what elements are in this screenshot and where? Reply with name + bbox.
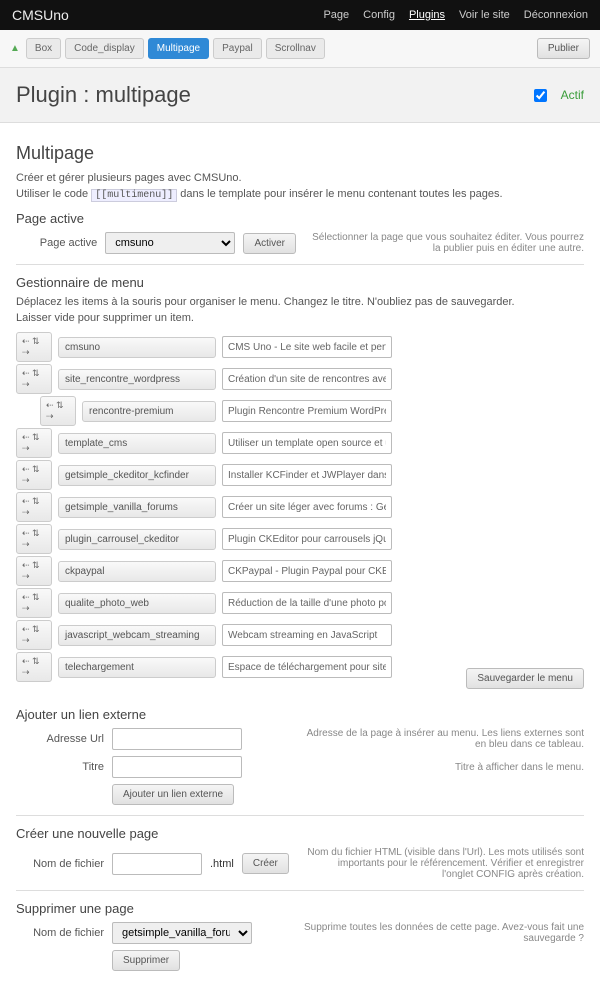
delete-hint: Supprime toutes les données de cette pag… <box>304 922 584 944</box>
drag-handle-icon[interactable]: ⇠ ⇅ ⇢ <box>16 364 52 394</box>
menu-item-desc-input[interactable] <box>222 592 392 614</box>
create-button[interactable]: Créer <box>242 853 289 874</box>
nav-view-site[interactable]: Voir le site <box>459 9 510 21</box>
drag-handle-icon[interactable]: ⇠ ⇅ ⇢ <box>16 620 52 650</box>
delete-filename-label: Nom de fichier <box>16 927 104 939</box>
drag-handle-icon[interactable]: ⇠ ⇅ ⇢ <box>16 332 52 362</box>
section-title: Multipage <box>16 143 584 164</box>
menu-item-slug: plugin_carrousel_ckeditor <box>58 529 216 550</box>
page-title: Plugin : multipage <box>16 82 191 108</box>
chevron-up-icon[interactable]: ▲ <box>10 43 20 54</box>
menu-item[interactable]: ⇠ ⇅ ⇢ plugin_carrousel_ckeditor <box>16 524 584 554</box>
menu-item-slug: cmsuno <box>58 337 216 358</box>
shortcode: [[multimenu]] <box>91 189 177 202</box>
menu-item-desc-input[interactable] <box>222 624 392 646</box>
menu-item-slug: telechargement <box>58 657 216 678</box>
nav-page[interactable]: Page <box>323 9 349 21</box>
intro-line1: Créer et gérer plusieurs pages avec CMSU… <box>16 172 584 184</box>
title-hint: Titre à afficher dans le menu. <box>455 762 584 773</box>
drag-handle-icon[interactable]: ⇠ ⇅ ⇢ <box>16 652 52 682</box>
menu-item-slug: ckpaypal <box>58 561 216 582</box>
delete-page-heading: Supprimer une page <box>16 901 584 916</box>
drag-handle-icon[interactable]: ⇠ ⇅ ⇢ <box>40 396 76 426</box>
menu-help2: Laisser vide pour supprimer un item. <box>16 312 584 324</box>
top-nav: Page Config Plugins Voir le site Déconne… <box>323 9 588 21</box>
menu-item-desc-input[interactable] <box>222 560 392 582</box>
drag-handle-icon[interactable]: ⇠ ⇅ ⇢ <box>16 428 52 458</box>
menu-item[interactable]: ⇠ ⇅ ⇢ template_cms <box>16 428 584 458</box>
url-label: Adresse Url <box>16 733 104 745</box>
nav-config[interactable]: Config <box>363 9 395 21</box>
drag-handle-icon[interactable]: ⇠ ⇅ ⇢ <box>16 492 52 522</box>
activate-button[interactable]: Activer <box>243 233 296 254</box>
menu-item-slug: getsimple_ckeditor_kcfinder <box>58 465 216 486</box>
menu-item-desc-input[interactable] <box>222 496 392 518</box>
menu-item[interactable]: ⇠ ⇅ ⇢ site_rencontre_wordpress <box>16 364 584 394</box>
menu-help1: Déplacez les items à la souris pour orga… <box>16 296 584 308</box>
brand: CMSUno <box>12 7 69 23</box>
menu-item-slug: template_cms <box>58 433 216 454</box>
add-link-button[interactable]: Ajouter un lien externe <box>112 784 234 805</box>
intro-line2: Utiliser le code [[multimenu]] dans le t… <box>16 188 584 201</box>
menu-item[interactable]: ⇠ ⇅ ⇢ cmsuno <box>16 332 584 362</box>
delete-button[interactable]: Supprimer <box>112 950 180 971</box>
menu-item[interactable]: ⇠ ⇅ ⇢ rencontre-premium <box>16 396 584 426</box>
url-hint: Adresse de la page à insérer au menu. Le… <box>304 728 584 750</box>
delete-page-select[interactable]: getsimple_vanilla_forums <box>112 922 252 944</box>
menu-item[interactable]: ⇠ ⇅ ⇢ getsimple_vanilla_forums <box>16 492 584 522</box>
drag-handle-icon[interactable]: ⇠ ⇅ ⇢ <box>16 556 52 586</box>
tab-box[interactable]: Box <box>26 38 61 59</box>
plugin-active-checkbox[interactable] <box>534 89 547 102</box>
menu-item-desc-input[interactable] <box>222 656 392 678</box>
plugin-state: Actif <box>561 88 584 102</box>
menu-list: ⇠ ⇅ ⇢ cmsuno ⇠ ⇅ ⇢ site_rencontre_wordpress… <box>16 332 584 682</box>
publish-button[interactable]: Publier <box>537 38 590 59</box>
nav-plugins[interactable]: Plugins <box>409 9 445 21</box>
menu-item-desc-input[interactable] <box>222 368 392 390</box>
topbar: CMSUno Page Config Plugins Voir le site … <box>0 0 600 30</box>
menu-item-desc-input[interactable] <box>222 432 392 454</box>
menu-item[interactable]: ⇠ ⇅ ⇢ ckpaypal <box>16 556 584 586</box>
tab-code-display[interactable]: Code_display <box>65 38 144 59</box>
tab-scrollnav[interactable]: Scrollnav <box>266 38 325 59</box>
menu-manager-heading: Gestionnaire de menu <box>16 275 584 290</box>
menu-item-desc-input[interactable] <box>222 464 392 486</box>
menu-item-desc-input[interactable] <box>222 528 392 550</box>
menu-item-slug: qualite_photo_web <box>58 593 216 614</box>
menu-item-slug: site_rencontre_wordpress <box>58 369 216 390</box>
active-page-hint: Sélectionner la page que vous souhaitez … <box>304 232 584 254</box>
menu-item[interactable]: ⇠ ⇅ ⇢ javascript_webcam_streaming <box>16 620 584 650</box>
menu-item[interactable]: ⇠ ⇅ ⇢ getsimple_ckeditor_kcfinder <box>16 460 584 490</box>
create-hint: Nom du fichier HTML (visible dans l'Url)… <box>304 847 584 880</box>
plugin-tabs: ▲ Box Code_display Multipage Paypal Scro… <box>0 30 600 68</box>
active-page-select[interactable]: cmsuno <box>105 232 235 254</box>
filename-label: Nom de fichier <box>16 858 104 870</box>
filename-input[interactable] <box>112 853 202 875</box>
tab-paypal[interactable]: Paypal <box>213 38 262 59</box>
nav-logout[interactable]: Déconnexion <box>524 9 588 21</box>
drag-handle-icon[interactable]: ⇠ ⇅ ⇢ <box>16 460 52 490</box>
menu-item-desc-input[interactable] <box>222 336 392 358</box>
active-page-heading: Page active <box>16 211 584 226</box>
save-menu-button[interactable]: Sauvegarder le menu <box>466 668 584 689</box>
menu-item-slug: rencontre-premium <box>82 401 216 422</box>
filename-suffix: .html <box>210 858 234 870</box>
tab-multipage[interactable]: Multipage <box>148 38 209 59</box>
menu-item-slug: getsimple_vanilla_forums <box>58 497 216 518</box>
menu-item-desc-input[interactable] <box>222 400 392 422</box>
plugin-header: Plugin : multipage Actif <box>0 68 600 123</box>
drag-handle-icon[interactable]: ⇠ ⇅ ⇢ <box>16 588 52 618</box>
drag-handle-icon[interactable]: ⇠ ⇅ ⇢ <box>16 524 52 554</box>
url-input[interactable] <box>112 728 242 750</box>
menu-item[interactable]: ⇠ ⇅ ⇢ qualite_photo_web <box>16 588 584 618</box>
title-input[interactable] <box>112 756 242 778</box>
active-page-label: Page active <box>16 237 97 249</box>
title-label: Titre <box>16 761 104 773</box>
menu-item-slug: javascript_webcam_streaming <box>58 625 216 646</box>
add-link-heading: Ajouter un lien externe <box>16 707 584 722</box>
